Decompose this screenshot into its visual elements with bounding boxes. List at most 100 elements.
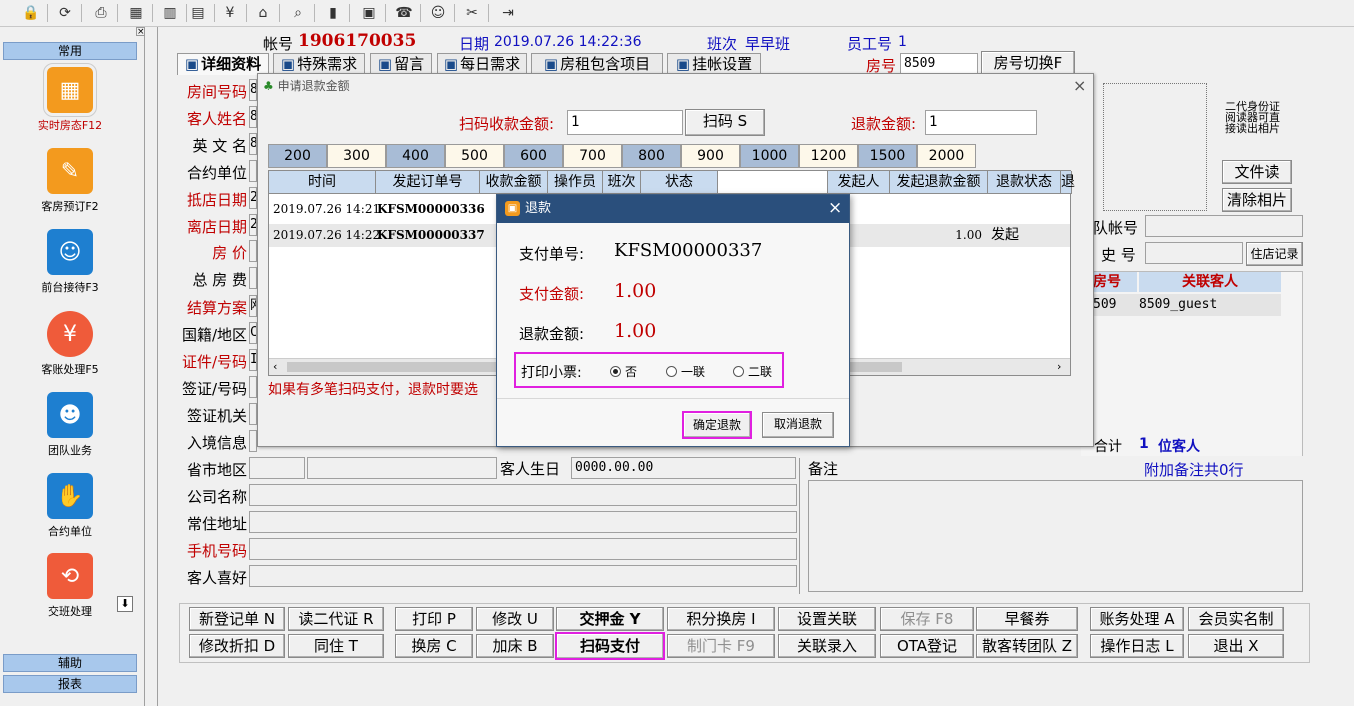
- button-r1-8[interactable]: 散客转团队 Z: [976, 634, 1078, 658]
- field-2[interactable]: 8: [249, 133, 257, 155]
- refund-amount-input[interactable]: 1: [925, 110, 1037, 135]
- sidebar-header-assist[interactable]: 辅助: [3, 654, 137, 672]
- close-icon[interactable]: ×: [828, 198, 842, 218]
- button-r1-10[interactable]: 退出 X: [1188, 634, 1284, 658]
- home-icon[interactable]: ⌂: [251, 3, 275, 23]
- button-r1-1[interactable]: 同住 T: [288, 634, 384, 658]
- column-header-2[interactable]: 收款金额: [480, 171, 548, 194]
- button-r0-4[interactable]: 交押金 Y: [556, 607, 664, 631]
- button-r1-0[interactable]: 修改折扣 D: [189, 634, 285, 658]
- column-header-0[interactable]: 时间: [269, 171, 376, 194]
- column-header-6[interactable]: [718, 171, 828, 194]
- scroll-down-icon[interactable]: ⬇: [117, 596, 133, 612]
- amount-button-300[interactable]: 300: [327, 144, 386, 168]
- amount-button-400[interactable]: 400: [386, 144, 445, 168]
- button-r0-3[interactable]: 修改 U: [476, 607, 554, 631]
- amount-button-900[interactable]: 900: [681, 144, 740, 168]
- money-bag-icon[interactable]: ¥: [218, 3, 242, 23]
- field-3[interactable]: [249, 160, 257, 182]
- note-icon[interactable]: ▣: [357, 3, 381, 23]
- button-r1-2[interactable]: 换房 C: [395, 634, 473, 658]
- radio-one-copy[interactable]: 一联: [666, 363, 705, 380]
- button-r0-6[interactable]: 设置关联: [778, 607, 876, 631]
- close-icon[interactable]: ×: [136, 27, 145, 37]
- amount-button-1200[interactable]: 1200: [799, 144, 858, 168]
- field-4[interactable]: 2: [249, 187, 257, 209]
- sidebar-header-common[interactable]: 常用: [3, 42, 137, 60]
- button-r0-5[interactable]: 积分换房 I: [667, 607, 775, 631]
- field-7[interactable]: [249, 267, 257, 289]
- team-account-field[interactable]: [1145, 215, 1303, 237]
- tools-icon[interactable]: ✂: [460, 3, 484, 23]
- radio-no[interactable]: 否: [610, 363, 637, 380]
- history-field[interactable]: [1145, 242, 1243, 264]
- button-r1-4[interactable]: 扫码支付: [555, 632, 665, 660]
- amount-button-500[interactable]: 500: [445, 144, 504, 168]
- tab-4[interactable]: ▣ 房租包含项目: [531, 53, 663, 75]
- field-11[interactable]: [249, 376, 257, 398]
- field-6[interactable]: [249, 240, 257, 262]
- column-header-1[interactable]: 发起订单号: [376, 171, 480, 194]
- tab-1[interactable]: ▣ 特殊需求: [273, 53, 365, 75]
- cancel-refund-button[interactable]: 取消退款: [762, 412, 834, 438]
- scroll-left-icon[interactable]: ‹: [273, 360, 277, 373]
- amount-button-700[interactable]: 700: [563, 144, 622, 168]
- birthday-field[interactable]: 0000.00.00: [571, 457, 796, 479]
- province-field[interactable]: [249, 457, 305, 479]
- amount-button-800[interactable]: 800: [622, 144, 681, 168]
- tab-0[interactable]: ▣ 详细资料: [177, 53, 269, 75]
- button-r0-7[interactable]: 保存 F8: [880, 607, 974, 631]
- store-record-button[interactable]: 住店记录: [1246, 242, 1303, 266]
- confirm-refund-button[interactable]: 确定退款: [682, 411, 752, 439]
- calculator-icon[interactable]: ▦: [124, 3, 148, 23]
- button-r1-9[interactable]: 操作日志 L: [1090, 634, 1184, 658]
- field-8[interactable]: 网: [249, 295, 257, 317]
- button-r1-3[interactable]: 加床 B: [476, 634, 554, 658]
- sidebar-item-3[interactable]: ¥ 客账处理F5: [20, 311, 120, 377]
- button-r1-6[interactable]: 关联录入: [778, 634, 876, 658]
- field-17[interactable]: [249, 538, 797, 560]
- field-0[interactable]: 8: [249, 79, 257, 101]
- tab-2[interactable]: ▣ 留言: [370, 53, 432, 75]
- scan-amount-input[interactable]: 1: [567, 110, 683, 135]
- column-header-10[interactable]: 退: [1061, 171, 1075, 194]
- sidebar-item-2[interactable]: ☺ 前台接待F3: [20, 229, 120, 295]
- tab-3[interactable]: ▣ 每日需求: [437, 53, 527, 75]
- button-r0-1[interactable]: 读二代证 R: [288, 607, 384, 631]
- switch-room-button[interactable]: 房号切换F: [981, 51, 1075, 75]
- clear-photo-button[interactable]: 清除相片: [1222, 188, 1292, 212]
- button-r0-10[interactable]: 会员实名制: [1188, 607, 1284, 631]
- search-document-icon[interactable]: ⌕: [286, 3, 310, 23]
- amount-button-2000[interactable]: 2000: [917, 144, 976, 168]
- field-12[interactable]: [249, 403, 257, 425]
- field-1[interactable]: 8: [249, 106, 257, 128]
- field-18[interactable]: [249, 565, 797, 587]
- column-header-9[interactable]: 退款状态: [988, 171, 1061, 194]
- file-read-button[interactable]: 文件读: [1222, 160, 1292, 184]
- button-r0-9[interactable]: 账务处理 A: [1090, 607, 1184, 631]
- amount-button-1000[interactable]: 1000: [740, 144, 799, 168]
- sidebar-item-6[interactable]: ⟲ 交班处理: [20, 553, 120, 619]
- chart-building-icon[interactable]: ▥: [158, 3, 182, 23]
- room-input[interactable]: 8509: [900, 53, 978, 75]
- tab-5[interactable]: ▣ 挂帐设置: [667, 53, 761, 75]
- field-16[interactable]: [249, 511, 797, 533]
- column-header-4[interactable]: 班次: [603, 171, 641, 194]
- sidebar-header-report[interactable]: 报表: [3, 675, 137, 693]
- column-header-7[interactable]: 发起人: [828, 171, 890, 194]
- field-5[interactable]: 2: [249, 214, 257, 236]
- field-9[interactable]: C: [249, 322, 257, 344]
- column-header-5[interactable]: 状态: [641, 171, 718, 194]
- bar-chart-icon[interactable]: ▮: [321, 3, 345, 23]
- amount-button-600[interactable]: 600: [504, 144, 563, 168]
- remark-extra[interactable]: 附加备注共0行: [1144, 459, 1244, 480]
- city-field[interactable]: [307, 457, 497, 479]
- scroll-right-icon[interactable]: ›: [1057, 360, 1061, 373]
- radio-two-copy[interactable]: 二联: [733, 363, 772, 380]
- sidebar-item-0[interactable]: ▦ 实时房态F12: [20, 63, 120, 133]
- print-icon[interactable]: ⎙: [89, 3, 113, 23]
- sidebar-item-5[interactable]: ✋ 合约单位: [20, 473, 120, 539]
- column-header-3[interactable]: 操作员: [548, 171, 603, 194]
- button-r0-2[interactable]: 打印 P: [395, 607, 473, 631]
- button-r0-8[interactable]: 早餐券: [976, 607, 1078, 631]
